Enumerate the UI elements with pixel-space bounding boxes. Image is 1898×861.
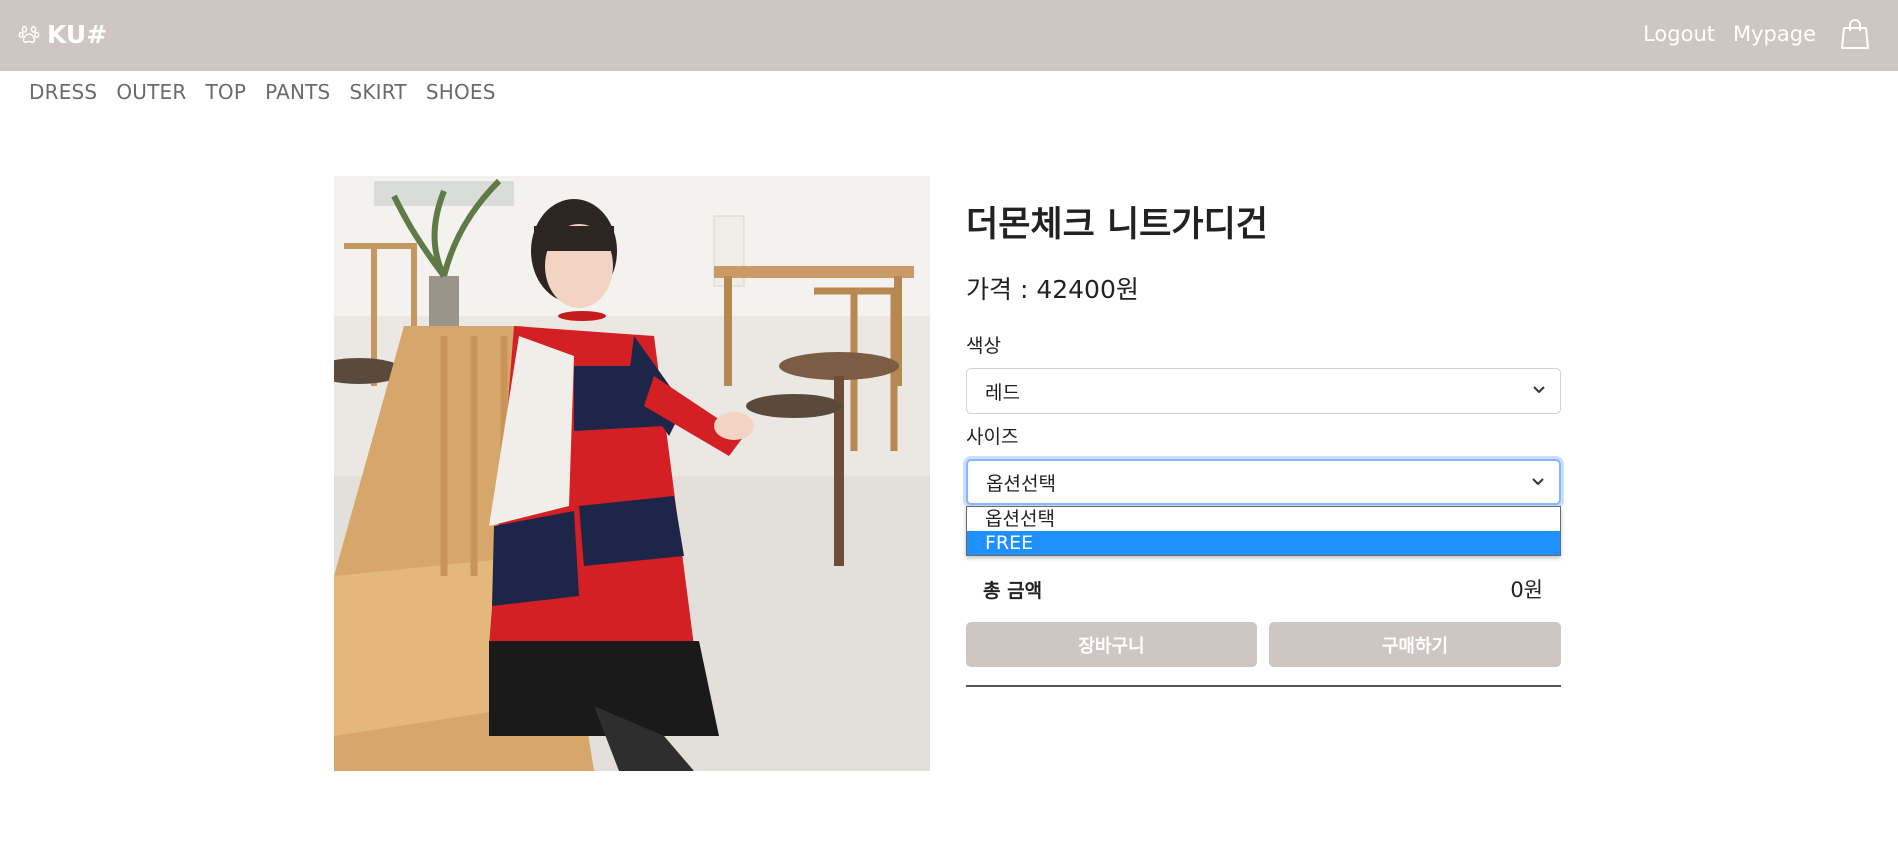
size-label: 사이즈 xyxy=(966,426,1019,448)
paw-icon xyxy=(18,25,40,43)
product-photo-illustration xyxy=(334,176,930,771)
brand-name: KU# xyxy=(47,19,108,49)
top-bar: KU# Logout Mypage xyxy=(0,0,1898,71)
category-skirt[interactable]: SKIRT xyxy=(349,80,406,104)
size-select[interactable]: 옵션선택 xyxy=(966,459,1561,505)
header-links: Logout Mypage xyxy=(1643,17,1870,51)
size-select-value: 옵션선택 xyxy=(986,472,1056,495)
logout-link[interactable]: Logout xyxy=(1643,22,1715,46)
color-select[interactable]: 레드 xyxy=(966,368,1561,414)
category-top[interactable]: TOP xyxy=(205,80,246,104)
size-option-free[interactable]: FREE xyxy=(967,531,1560,555)
brand-logo[interactable]: KU# xyxy=(18,17,107,51)
product-price: 가격 : 42400원 xyxy=(966,270,1139,306)
price-value: 42400원 xyxy=(1036,275,1139,304)
product-photo xyxy=(334,176,930,771)
category-shoes[interactable]: SHOES xyxy=(426,80,496,104)
buy-now-button[interactable]: 구매하기 xyxy=(1269,622,1561,667)
category-dress[interactable]: DRESS xyxy=(29,80,97,104)
add-to-cart-button[interactable]: 장바구니 xyxy=(966,622,1257,667)
category-pants[interactable]: PANTS xyxy=(265,80,330,104)
size-dropdown-list: 옵션선택 FREE xyxy=(966,506,1561,556)
product-title: 더몬체크 니트가디건 xyxy=(966,205,1268,245)
category-outer[interactable]: OUTER xyxy=(116,80,186,104)
total-label: 총 금액 xyxy=(983,580,1043,602)
price-label: 가격 : xyxy=(966,275,1037,304)
divider xyxy=(966,685,1561,687)
size-option-default[interactable]: 옵션선택 xyxy=(967,507,1560,531)
chevron-down-icon xyxy=(1532,478,1544,486)
total-value: 0원 xyxy=(1510,578,1543,602)
total-row: 총 금액 0원 xyxy=(966,574,1561,606)
mypage-link[interactable]: Mypage xyxy=(1733,22,1816,46)
color-select-value: 레드 xyxy=(985,381,1020,404)
category-nav: DRESS OUTER TOP PANTS SKIRT SHOES xyxy=(29,80,496,104)
chevron-down-icon xyxy=(1533,386,1545,394)
color-label: 색상 xyxy=(966,335,1001,357)
shopping-bag-icon[interactable] xyxy=(1840,18,1870,50)
